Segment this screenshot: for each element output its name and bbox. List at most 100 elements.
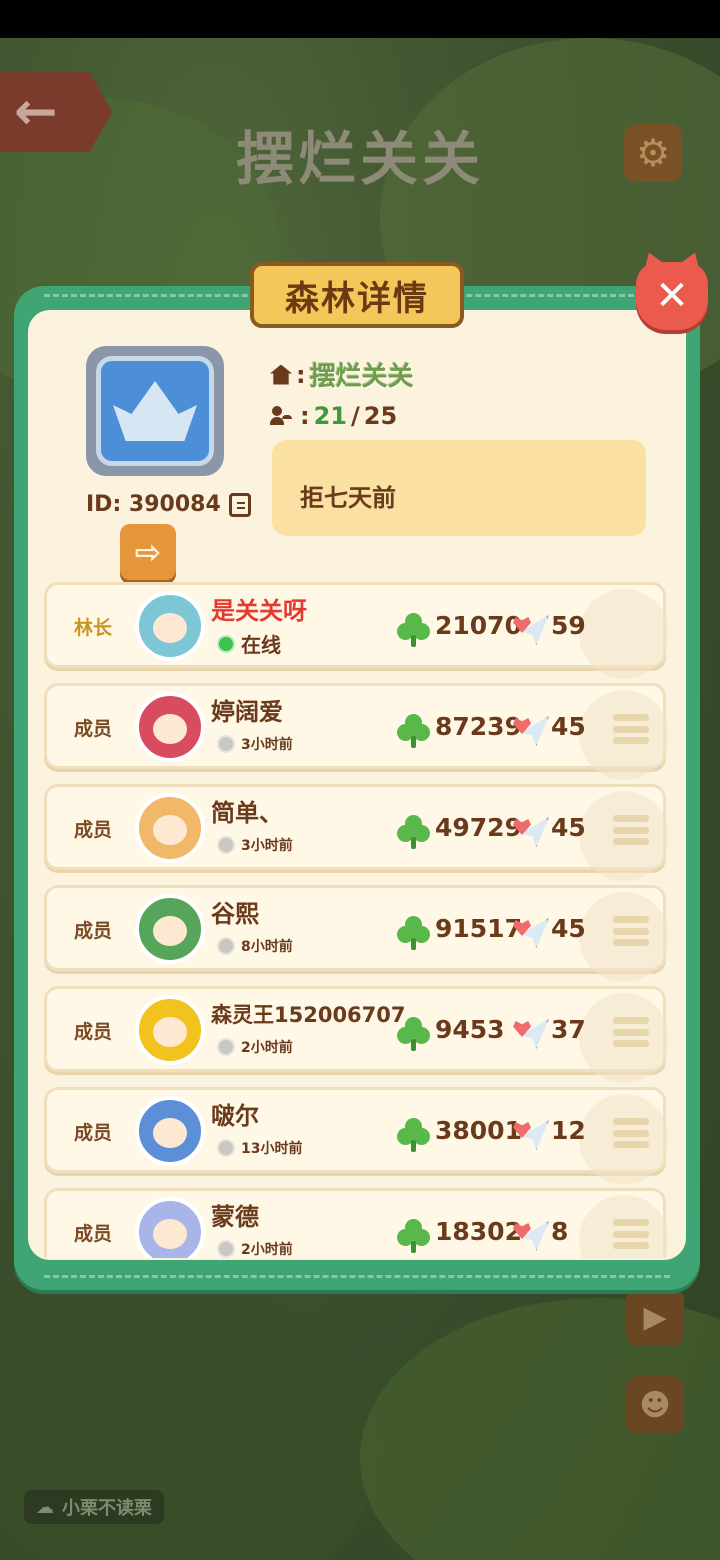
member-count-max: 25 xyxy=(363,402,398,430)
menu-icon[interactable] xyxy=(613,916,649,946)
dashed-border-bottom xyxy=(44,1275,670,1278)
clover-icon xyxy=(397,714,431,748)
avatar-face xyxy=(153,916,187,946)
forest-name-row: : 摆烂关关 xyxy=(270,356,414,393)
member-score: 49729 xyxy=(435,813,522,842)
status-dot xyxy=(217,634,235,653)
menu-icon[interactable] xyxy=(613,1118,649,1148)
heart-plane-icon[interactable] xyxy=(513,1120,549,1150)
heart-plane-icon[interactable] xyxy=(513,615,549,645)
member-score: 87239 xyxy=(435,712,522,741)
clover-icon xyxy=(397,1118,431,1152)
member-role: 成员 xyxy=(73,819,112,841)
member-status-text: 3小时前 xyxy=(241,838,293,854)
heart-plane-icon[interactable] xyxy=(513,1019,549,1049)
chat-preview-text: 小栗不读栗 xyxy=(62,1498,152,1519)
ghost-decoration xyxy=(579,589,668,679)
close-button[interactable]: ✕ xyxy=(636,262,708,330)
member-score: 18302 xyxy=(435,1217,522,1246)
member-avatar[interactable] xyxy=(135,591,205,661)
status-dot xyxy=(217,1139,235,1157)
member-status: 13小时前 xyxy=(217,1138,302,1158)
member-row[interactable]: 成员 森灵王152006707 2小时前 9453 37 xyxy=(44,986,668,1083)
member-likes: 12 xyxy=(551,1116,586,1145)
close-icon: ✕ xyxy=(655,273,689,319)
member-avatar[interactable] xyxy=(135,894,205,964)
member-row[interactable]: 成员 啵尔 13小时前 38001 12 xyxy=(44,1087,668,1184)
clover-icon xyxy=(397,916,431,950)
member-avatar[interactable] xyxy=(135,692,205,762)
profile-button[interactable]: ☻ xyxy=(626,1376,684,1434)
member-list[interactable]: 林长 是关关呀 在线 21070 59 成员 婷阔爱 3小时前 87239 45… xyxy=(44,582,668,1258)
heart-plane-icon[interactable] xyxy=(513,1221,549,1251)
menu-icon[interactable] xyxy=(613,1017,649,1047)
settings-button[interactable]: ⚙ xyxy=(624,124,682,182)
member-row[interactable]: 成员 简单、 3小时前 49729 45 xyxy=(44,784,668,881)
heart-plane-icon[interactable] xyxy=(513,918,549,948)
background-title: 摆烂关关 xyxy=(235,125,484,193)
status-bar xyxy=(0,0,720,38)
badge-frame xyxy=(96,356,214,466)
member-likes: 37 xyxy=(551,1015,586,1044)
member-role: 成员 xyxy=(73,1122,112,1144)
clover-icon xyxy=(397,1017,431,1051)
heart-plane-icon[interactable] xyxy=(513,817,549,847)
announce-button[interactable]: ▶ xyxy=(626,1288,684,1346)
member-name: 婷阔爱 xyxy=(211,698,283,726)
leave-forest-button[interactable]: ⇨ xyxy=(120,524,176,580)
member-name: 是关关呀 xyxy=(211,597,307,625)
member-count-current: 21 xyxy=(313,402,348,430)
chat-preview[interactable]: ☁ 小栗不读栗 xyxy=(24,1490,164,1524)
menu-icon[interactable] xyxy=(613,815,649,845)
member-role: 成员 xyxy=(73,718,112,740)
status-dot xyxy=(217,1038,235,1056)
forest-notice: 拒七天前 xyxy=(272,440,646,536)
menu-icon[interactable] xyxy=(613,1219,649,1249)
member-row[interactable]: 成员 蒙德 2小时前 18302 8 xyxy=(44,1188,668,1258)
avatar-face xyxy=(153,1219,187,1249)
member-role: 成员 xyxy=(73,1021,112,1043)
status-dot xyxy=(217,735,235,753)
member-likes: 59 xyxy=(551,611,586,640)
member-status: 3小时前 xyxy=(217,734,293,754)
avatar-face xyxy=(153,1017,187,1047)
status-dot xyxy=(217,836,235,854)
member-status: 在线 xyxy=(217,629,281,658)
exit-icon: ⇨ xyxy=(134,533,162,571)
member-status-text: 2小时前 xyxy=(241,1242,293,1258)
member-count-row: : 21 / 25 xyxy=(270,402,397,430)
member-avatar[interactable] xyxy=(135,1096,205,1166)
forest-id-text: ID: 390084 xyxy=(86,492,221,517)
member-row[interactable]: 林长 是关关呀 在线 21070 59 xyxy=(44,582,668,679)
member-score: 91517 xyxy=(435,914,522,943)
dialog-title: 森林详情 xyxy=(250,262,464,328)
clover-icon xyxy=(397,815,431,849)
member-status-text: 在线 xyxy=(241,633,281,657)
heart-plane-icon[interactable] xyxy=(513,716,549,746)
member-role: 成员 xyxy=(73,920,112,942)
avatar-face xyxy=(153,1118,187,1148)
member-status: 8小时前 xyxy=(217,936,293,956)
member-row[interactable]: 成员 谷熙 8小时前 91517 45 xyxy=(44,885,668,982)
avatar-face xyxy=(153,815,187,845)
menu-icon[interactable] xyxy=(613,714,649,744)
forest-badge xyxy=(86,346,224,476)
member-status: 2小时前 xyxy=(217,1239,293,1258)
clover-icon xyxy=(397,613,431,647)
member-status: 3小时前 xyxy=(217,835,293,855)
megaphone-icon: ▶ xyxy=(643,1299,667,1335)
member-score: 9453 xyxy=(435,1015,505,1044)
forest-id: ID: 390084 xyxy=(86,492,251,517)
member-avatar[interactable] xyxy=(135,995,205,1065)
forest-name: 摆烂关关 xyxy=(309,362,414,392)
member-name: 森灵王152006707 xyxy=(211,1003,406,1027)
member-role: 成员 xyxy=(73,1223,112,1245)
avatar-face xyxy=(153,714,187,744)
member-avatar[interactable] xyxy=(135,1197,205,1258)
member-likes: 45 xyxy=(551,813,586,842)
member-avatar[interactable] xyxy=(135,793,205,863)
colon: : xyxy=(296,360,306,389)
member-row[interactable]: 成员 婷阔爱 3小时前 87239 45 xyxy=(44,683,668,780)
copy-icon[interactable] xyxy=(228,492,251,517)
member-score: 38001 xyxy=(435,1116,522,1145)
